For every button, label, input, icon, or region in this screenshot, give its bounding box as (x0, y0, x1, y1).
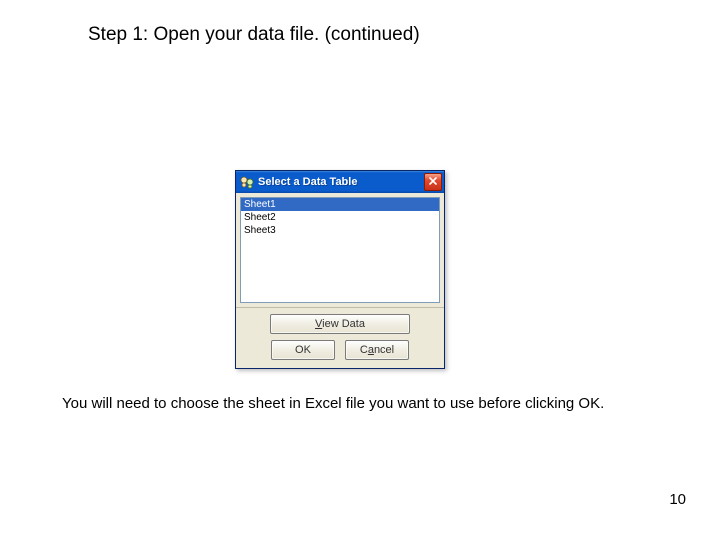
step-title: Step 1: Open your data file. (continued) (88, 24, 420, 46)
cancel-button[interactable]: Cancel (345, 340, 409, 360)
sheet-listbox[interactable]: Sheet1 Sheet2 Sheet3 (240, 197, 440, 303)
dialog-button-area: View Data OK Cancel (236, 307, 444, 368)
instruction-text: You will need to choose the sheet in Exc… (62, 395, 662, 414)
dialog-title: Select a Data Table (258, 176, 424, 188)
list-item[interactable]: Sheet3 (241, 224, 439, 237)
dialog-titlebar[interactable]: Select a Data Table (236, 171, 444, 193)
close-button[interactable] (424, 173, 442, 191)
ok-button[interactable]: OK (271, 340, 335, 360)
view-data-button[interactable]: View Data (270, 314, 410, 334)
list-item[interactable]: Sheet1 (241, 198, 439, 211)
ok-cancel-row: OK Cancel (271, 340, 409, 360)
page-number: 10 (669, 491, 686, 508)
slide: Step 1: Open your data file. (continued)… (0, 0, 720, 540)
close-icon (429, 177, 437, 188)
list-item[interactable]: Sheet2 (241, 211, 439, 224)
select-data-table-dialog: Select a Data Table Sheet1 Sheet2 Sheet3… (235, 170, 445, 369)
app-icon (240, 175, 254, 189)
